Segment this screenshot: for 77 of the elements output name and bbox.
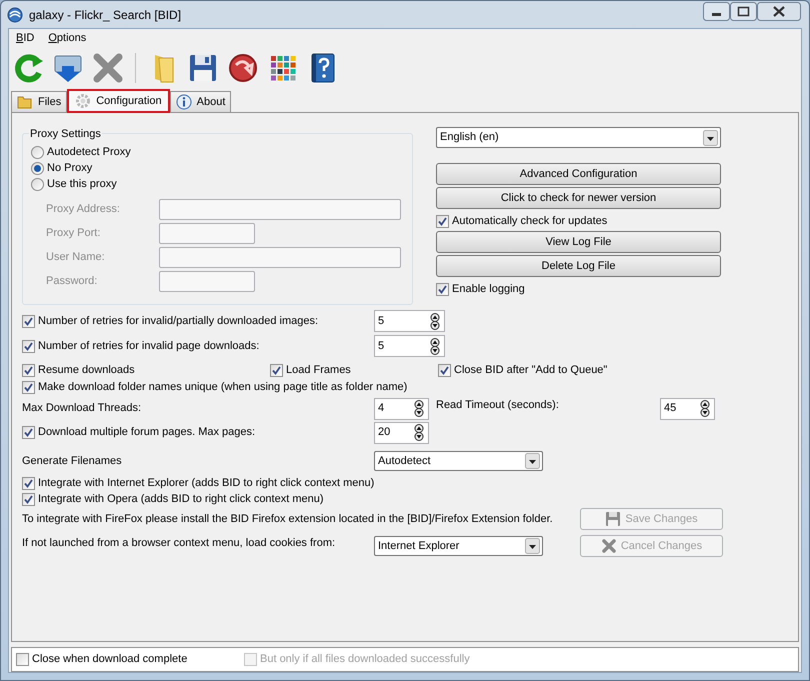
menu-item[interactable]: Options xyxy=(48,30,86,47)
checkbox[interactable] xyxy=(22,492,35,506)
checkbox-label: Integrate with Opera (adds BID to right click context menu) xyxy=(38,492,324,507)
save-icon[interactable] xyxy=(187,52,219,84)
checkbox[interactable] xyxy=(22,340,35,352)
field-label: Password: xyxy=(45,274,98,289)
maximize-icon xyxy=(730,2,757,21)
button[interactable]: Click to check for newer version xyxy=(436,187,721,209)
tab[interactable]: Files xyxy=(11,91,68,112)
menu-item[interactable]: BID xyxy=(16,30,34,47)
radio-label: Use this proxy xyxy=(47,176,117,192)
field-label: User Name: xyxy=(45,250,106,265)
dropdown[interactable]: Internet Explorer xyxy=(374,536,543,556)
checkbox-label: Close when download complete xyxy=(32,652,188,668)
tab[interactable]: About xyxy=(170,91,232,112)
dropdown[interactable]: English (en) xyxy=(436,127,721,148)
window-title: galaxy - Flickr_ Search [BID] xyxy=(29,6,182,24)
spin-arrows-icon xyxy=(412,400,426,417)
checkbox[interactable] xyxy=(22,364,35,377)
checkbox[interactable] xyxy=(438,364,451,377)
checkbox-label: But only if all files downloaded successfully xyxy=(260,652,470,668)
number-field[interactable]: 5 xyxy=(374,335,445,357)
spin-arrows-icon xyxy=(428,312,442,330)
checkbox-label: Automatically check for updates xyxy=(452,214,608,229)
checkbox-label: Load Frames xyxy=(286,363,351,378)
checkbox-label: Make download folder names unique (when using page title as folder name) xyxy=(38,380,408,395)
spin-arrows-icon xyxy=(412,424,426,441)
number-field[interactable]: 45 xyxy=(660,398,715,420)
checkbox[interactable] xyxy=(270,364,283,377)
radio-label: Autodetect Proxy xyxy=(47,144,131,160)
field-label: Read Timeout (seconds): xyxy=(435,398,560,413)
field-label: If not launched from a browser context menu, load cookies from: xyxy=(22,536,336,551)
spin-arrows-icon xyxy=(428,338,442,354)
checkbox[interactable] xyxy=(22,426,35,439)
checkbox[interactable] xyxy=(436,214,449,228)
cancel-icon[interactable] xyxy=(92,52,124,84)
note-text: To integrate with FireFox please install the BID Firefox extension located in the [BID]/Firefox Extension folder. xyxy=(22,512,554,527)
checkbox-label: Enable logging xyxy=(452,282,525,297)
refresh-icon[interactable] xyxy=(12,52,44,84)
group-title: Proxy Settings xyxy=(29,126,102,142)
spin-arrows-icon xyxy=(698,400,712,417)
checkbox[interactable] xyxy=(22,476,35,490)
radio-label: No Proxy xyxy=(47,160,92,176)
checkbox-label: Number of retries for invalid/partially downloaded images: xyxy=(38,314,318,329)
radio-button[interactable] xyxy=(31,178,44,190)
arrow-circle-icon[interactable] xyxy=(227,52,259,84)
gear-icon xyxy=(75,93,92,109)
number-field[interactable]: 20 xyxy=(374,422,429,444)
checkbox-label: Download multiple forum pages. Max pages: xyxy=(38,425,256,440)
checkbox-label: Close BID after "Add to Queue" xyxy=(454,363,608,378)
field-label: Generate Filenames xyxy=(22,454,123,469)
checkbox[interactable] xyxy=(22,314,35,328)
checkbox-label: Resume downloads xyxy=(38,363,135,378)
checkbox[interactable] xyxy=(22,380,35,394)
cancel-icon xyxy=(600,538,617,554)
checkbox-label: Integrate with Internet Explorer (adds BID to right click context menu) xyxy=(38,476,374,491)
button[interactable]: Delete Log File xyxy=(436,255,721,277)
info-icon xyxy=(176,94,192,110)
save-icon xyxy=(605,511,622,527)
app-icon xyxy=(7,6,23,22)
close-icon xyxy=(757,2,801,21)
folder-icon xyxy=(17,94,33,110)
button[interactable]: View Log File xyxy=(436,231,721,253)
number-field[interactable]: 4 xyxy=(374,398,429,420)
minimize-icon xyxy=(703,2,730,21)
field-label: Proxy Port: xyxy=(45,226,102,241)
field-label: Max Download Threads: xyxy=(22,401,142,416)
checkbox[interactable] xyxy=(16,653,29,666)
radio-button[interactable] xyxy=(31,162,44,174)
field-label: Proxy Address: xyxy=(45,202,121,217)
checkbox-label: Number of retries for invalid page downloads: xyxy=(38,338,260,354)
dropdown[interactable]: Autodetect xyxy=(374,451,543,471)
button[interactable]: Advanced Configuration xyxy=(436,163,721,185)
checkbox[interactable] xyxy=(436,282,449,296)
number-field[interactable]: 5 xyxy=(374,310,445,332)
tab[interactable]: Configuration xyxy=(67,89,170,113)
radio-button[interactable] xyxy=(31,146,44,158)
